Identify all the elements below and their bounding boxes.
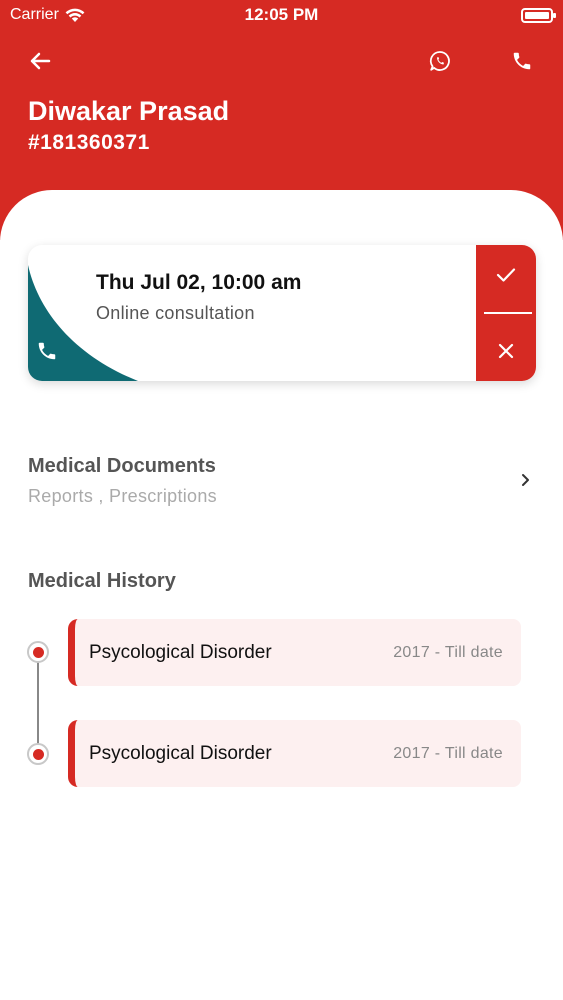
medical-documents-title: Medical Documents xyxy=(28,455,216,477)
medical-documents-row[interactable]: Medical Documents Reports , Prescription… xyxy=(0,445,563,520)
whatsapp-button[interactable] xyxy=(420,41,460,81)
chevron-right-icon xyxy=(522,474,529,486)
patient-id: #181360371 xyxy=(28,131,150,154)
appointment-datetime: Thu Jul 02, 10:00 am xyxy=(96,271,302,294)
close-icon xyxy=(498,343,514,359)
status-bar: Carrier 12:05 PM xyxy=(0,0,563,30)
history-item-dates: 2017 - Till date xyxy=(393,745,503,762)
call-button[interactable] xyxy=(502,41,542,81)
battery-icon xyxy=(521,8,556,23)
history-item-dates: 2017 - Till date xyxy=(393,644,503,661)
appointment-type: Online consultation xyxy=(96,303,255,323)
consultation-phone-icon xyxy=(38,342,56,360)
history-item[interactable]: Psycological Disorder 2017 - Till date xyxy=(68,619,521,686)
check-icon xyxy=(496,268,516,282)
phone-icon xyxy=(513,52,531,70)
medical-documents-subtitle: Reports , Prescriptions xyxy=(28,486,217,506)
medical-history-title: Medical History xyxy=(28,570,176,592)
status-time: 12:05 PM xyxy=(244,5,319,24)
timeline-dot xyxy=(27,641,49,663)
back-arrow-icon xyxy=(30,52,51,70)
back-button[interactable] xyxy=(20,41,60,81)
reject-appointment-button[interactable] xyxy=(476,321,536,381)
timeline-line xyxy=(37,652,39,754)
history-item-name: Psycological Disorder xyxy=(89,642,272,663)
appointment-card[interactable]: Thu Jul 02, 10:00 am Online consultation xyxy=(28,245,536,381)
history-item-name: Psycological Disorder xyxy=(89,743,272,764)
history-item[interactable]: Psycological Disorder 2017 - Till date xyxy=(68,720,521,787)
action-divider xyxy=(484,312,532,314)
patient-name: Diwakar Prasad xyxy=(28,96,230,126)
timeline-dot xyxy=(27,743,49,765)
appointment-actions xyxy=(476,245,536,381)
whatsapp-icon xyxy=(429,51,450,71)
accept-appointment-button[interactable] xyxy=(476,245,536,305)
